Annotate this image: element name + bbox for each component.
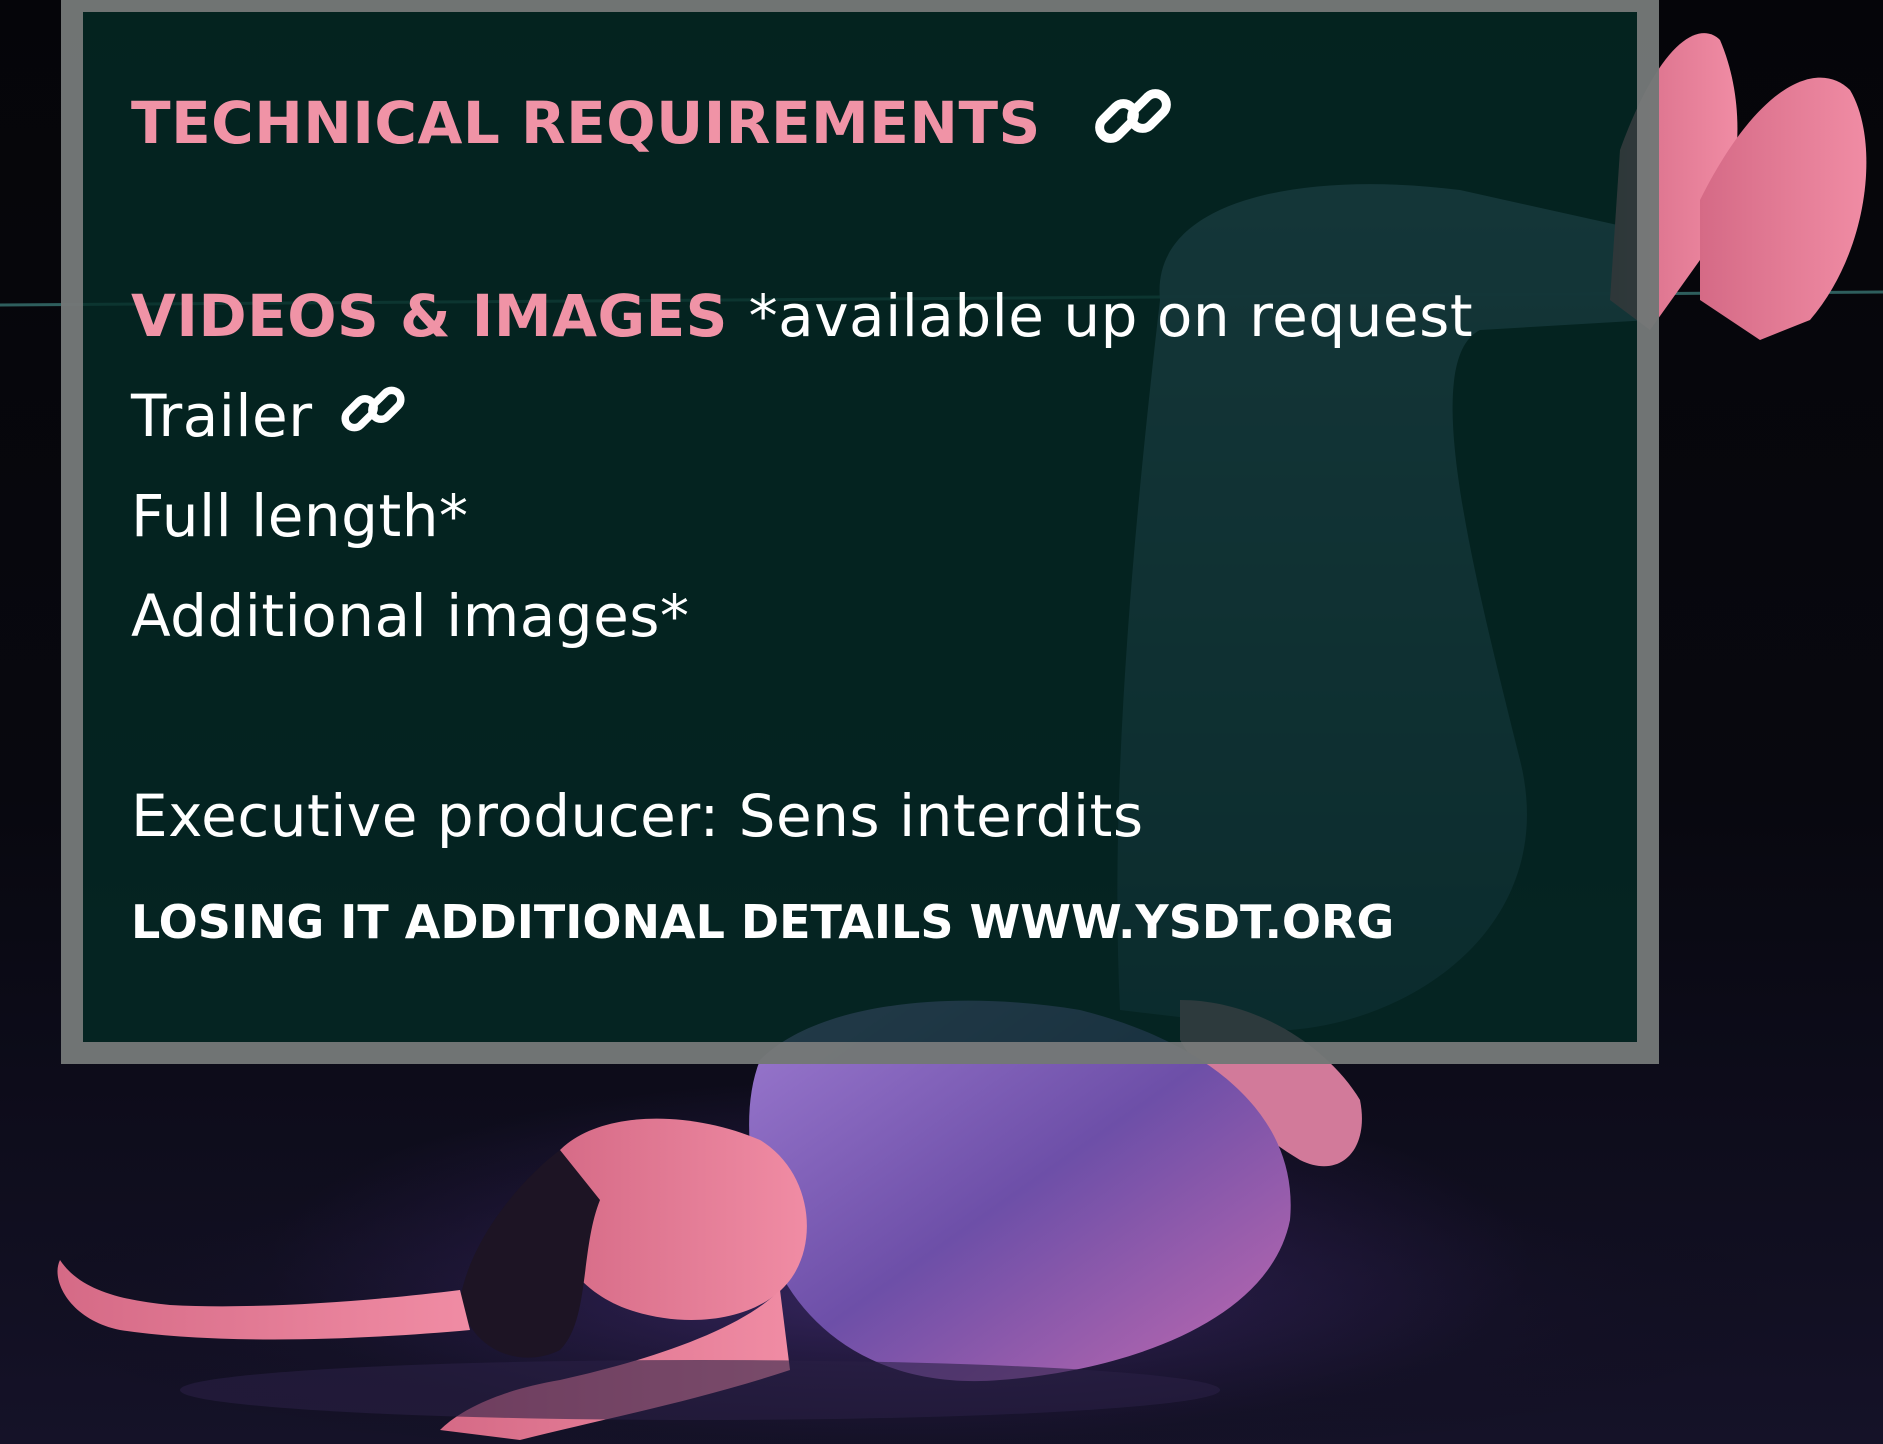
trailer-item[interactable]: Trailer — [131, 382, 408, 458]
technical-requirements-label: TECHNICAL REQUIREMENTS — [131, 89, 1041, 158]
executive-producer-text: Executive producer: Sens interdits — [131, 782, 1144, 850]
trailer-label[interactable]: Trailer — [131, 382, 313, 450]
additional-details-text: LOSING IT ADDITIONAL DETAILS WWW.YSDT.OR… — [131, 895, 1395, 949]
executive-producer: Executive producer: Sens interdits — [131, 782, 1144, 850]
additional-details: LOSING IT ADDITIONAL DETAILS WWW.YSDT.OR… — [131, 895, 1394, 949]
link-icon[interactable] — [338, 374, 408, 458]
link-icon[interactable] — [1091, 74, 1175, 172]
technical-requirements-heading: TECHNICAL REQUIREMENTS — [131, 82, 1175, 172]
videos-images-label: VIDEOS & IMAGES — [131, 282, 728, 350]
videos-images-heading: VIDEOS & IMAGES *available up on request — [131, 282, 1473, 350]
additional-images-label: Additional images* — [131, 582, 690, 650]
full-length-item: Full length* — [131, 482, 469, 550]
promo-slide: TECHNICAL REQUIREMENTS VIDEOS & IMAGES *… — [0, 0, 1883, 1444]
full-length-label: Full length* — [131, 482, 469, 550]
availability-note: *available up on request — [748, 282, 1474, 350]
additional-images-item: Additional images* — [131, 582, 689, 650]
